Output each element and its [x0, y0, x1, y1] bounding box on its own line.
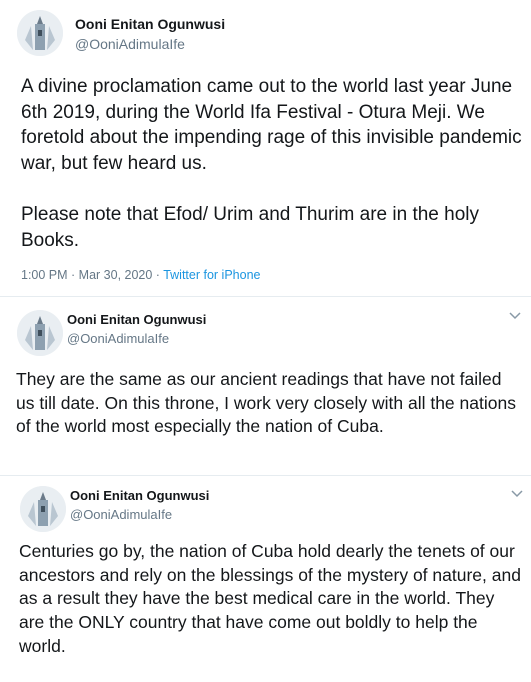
tweet-text: A divine proclamation came out to the wo…: [21, 76, 522, 251]
avatar[interactable]: [17, 310, 63, 356]
author-handle[interactable]: @OoniAdimulaIfe: [75, 36, 185, 52]
avatar-photo-icon: [20, 486, 66, 532]
avatar-photo-icon: [17, 310, 63, 356]
author-name[interactable]: Ooni Enitan Ogunwusi: [67, 312, 206, 327]
author-handle[interactable]: @OoniAdimulaIfe: [67, 331, 169, 346]
avatar-photo-icon: [17, 10, 63, 56]
chevron-down-icon[interactable]: [511, 490, 523, 498]
author-name[interactable]: Ooni Enitan Ogunwusi: [70, 488, 209, 503]
chevron-down-icon[interactable]: [509, 312, 521, 320]
tweet-1[interactable]: Ooni Enitan Ogunwusi @OoniAdimulaIfe A d…: [0, 0, 531, 292]
avatar[interactable]: [17, 10, 63, 56]
tweet-3[interactable]: Ooni Enitan Ogunwusi @OoniAdimulaIfe Cen…: [0, 476, 531, 682]
tweet-meta: 1:00 PM · Mar 30, 2020 · Twitter for iPh…: [21, 268, 260, 282]
tweet-text: Centuries go by, the nation of Cuba hold…: [19, 541, 521, 656]
avatar[interactable]: [20, 486, 66, 532]
author-name[interactable]: Ooni Enitan Ogunwusi: [75, 16, 225, 32]
tweet-text: They are the same as our ancient reading…: [16, 369, 516, 437]
author-handle[interactable]: @OoniAdimulaIfe: [70, 507, 172, 522]
tweet-2[interactable]: Ooni Enitan Ogunwusi @OoniAdimulaIfe The…: [0, 298, 531, 474]
divider: [0, 296, 531, 297]
tweet-timestamp[interactable]: 1:00 PM · Mar 30, 2020 ·: [21, 268, 163, 282]
tweet-source-link[interactable]: Twitter for iPhone: [163, 268, 260, 282]
